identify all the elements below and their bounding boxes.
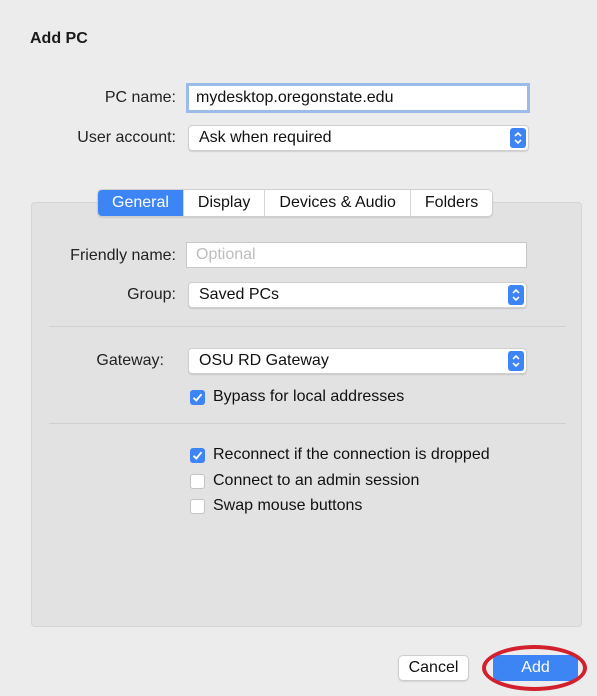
friendly-name-placeholder: Optional xyxy=(196,246,256,263)
user-account-value: Ask when required xyxy=(199,129,332,146)
bypass-checkbox-row[interactable]: Bypass for local addresses xyxy=(190,388,404,406)
group-label: Group: xyxy=(127,286,176,303)
friendly-name-field[interactable]: Optional xyxy=(186,242,527,268)
swap-mouse-label: Swap mouse buttons xyxy=(213,497,363,514)
gateway-value: OSU RD Gateway xyxy=(199,352,329,369)
user-account-popup[interactable]: Ask when required xyxy=(188,125,529,151)
tab-general[interactable]: General xyxy=(98,190,183,216)
pc-name-label: PC name: xyxy=(104,89,176,106)
checkbox-unchecked-icon[interactable] xyxy=(190,473,205,489)
reconnect-label: Reconnect if the connection is dropped xyxy=(213,446,490,463)
pc-name-value: mydesktop.oregonstate.edu xyxy=(196,89,394,106)
tab-bar: General Display Devices & Audio Folders xyxy=(97,189,494,217)
gateway-label: Gateway: xyxy=(96,352,164,369)
pc-name-field[interactable]: mydesktop.oregonstate.edu xyxy=(186,83,530,113)
divider xyxy=(49,423,566,424)
checkbox-checked-icon[interactable] xyxy=(190,389,205,405)
window-title: Add PC xyxy=(30,30,88,47)
chevron-updown-icon xyxy=(510,128,526,148)
checkbox-checked-icon[interactable] xyxy=(190,447,205,463)
group-value: Saved PCs xyxy=(199,286,280,303)
checkbox-unchecked-icon[interactable] xyxy=(190,498,205,514)
tab-folders[interactable]: Folders xyxy=(409,190,492,216)
bypass-label: Bypass for local addresses xyxy=(213,388,405,405)
reconnect-checkbox-row[interactable]: Reconnect if the connection is dropped xyxy=(190,446,490,464)
divider xyxy=(49,326,566,327)
admin-session-label: Connect to an admin session xyxy=(213,472,420,489)
swap-mouse-checkbox-row[interactable]: Swap mouse buttons xyxy=(190,497,362,515)
friendly-name-label: Friendly name: xyxy=(70,247,176,264)
group-popup[interactable]: Saved PCs xyxy=(188,282,527,308)
cancel-button[interactable]: Cancel xyxy=(398,655,469,681)
tab-devices-audio[interactable]: Devices & Audio xyxy=(264,190,410,216)
add-button[interactable]: Add xyxy=(493,655,578,681)
chevron-updown-icon xyxy=(508,351,524,371)
admin-session-checkbox-row[interactable]: Connect to an admin session xyxy=(190,472,419,490)
chevron-updown-icon xyxy=(508,285,524,305)
gateway-popup[interactable]: OSU RD Gateway xyxy=(188,348,527,374)
tab-display[interactable]: Display xyxy=(182,190,264,216)
user-account-label: User account: xyxy=(77,129,176,146)
